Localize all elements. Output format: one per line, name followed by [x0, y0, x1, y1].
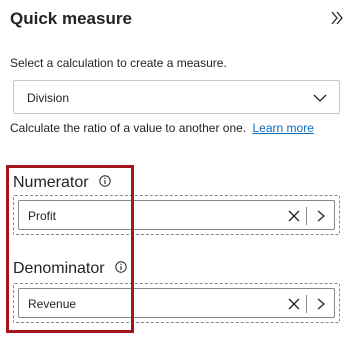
panel-title: Quick measure [10, 9, 132, 28]
chevron-right-icon[interactable] [314, 297, 328, 311]
calculation-dropdown[interactable]: Division [13, 80, 340, 114]
learn-more-link[interactable]: Learn more [253, 121, 314, 135]
calculation-selected-value: Division [27, 91, 70, 105]
highlight-box [6, 165, 134, 333]
calculation-description: Calculate the ratio of a value to anothe… [10, 121, 314, 135]
calculation-prompt: Select a calculation to create a measure… [10, 56, 227, 70]
close-icon[interactable] [287, 209, 301, 223]
double-chevron-right-icon [331, 11, 343, 25]
calculation-description-text: Calculate the ratio of a value to anothe… [10, 121, 247, 135]
field-separator [306, 207, 307, 225]
quick-measure-panel: Quick measure Select a calculation to cr… [0, 0, 352, 343]
close-icon[interactable] [287, 297, 301, 311]
collapse-panel-button[interactable] [328, 9, 346, 27]
chevron-down-icon [313, 94, 327, 102]
field-separator [306, 295, 307, 313]
chevron-right-icon[interactable] [314, 209, 328, 223]
